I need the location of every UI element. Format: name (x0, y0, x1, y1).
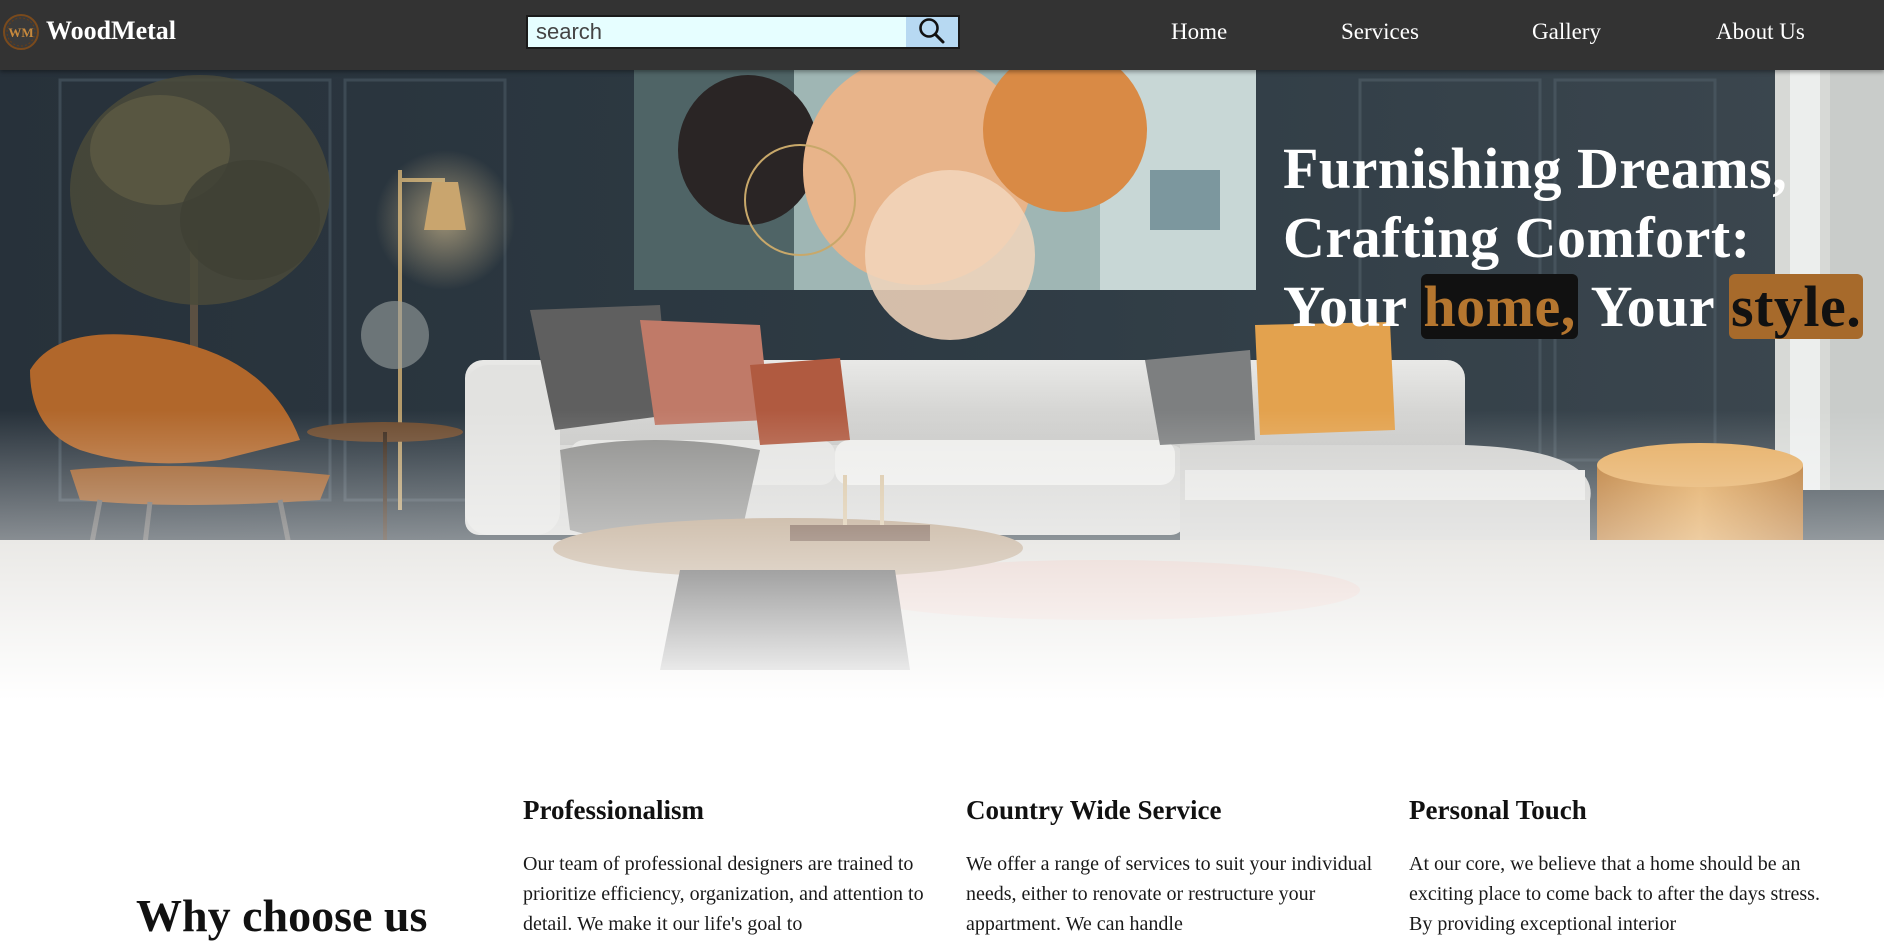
nav-home[interactable]: Home (1171, 17, 1227, 47)
main-nav: Home Services Gallery About Us (0, 17, 1884, 47)
feature-personal-touch: Personal Touch At our core, we believe t… (1409, 789, 1824, 939)
nav-gallery[interactable]: Gallery (1532, 17, 1601, 47)
top-navbar: WM WoodMetal Home Services Gallery About… (0, 0, 1884, 70)
feature-description: Our team of professional designers are t… (523, 853, 924, 935)
feature-country-wide-service: Country Wide Service We offer a range of… (966, 789, 1381, 939)
feature-title: Country Wide Service (966, 795, 1222, 825)
nav-services[interactable]: Services (1341, 17, 1419, 47)
headline-line-3: Your home, Your style. (1283, 272, 1864, 341)
headline-line-2: Crafting Comfort: (1283, 205, 1751, 270)
headline-line-1: Furnishing Dreams, (1283, 136, 1788, 201)
feature-title: Personal Touch (1409, 795, 1587, 825)
hero-headline: Furnishing Dreams, Crafting Comfort: You… (1283, 134, 1864, 341)
feature-description: At our core, we believe that a home shou… (1409, 853, 1820, 935)
headline-highlight-style: style. (1729, 274, 1864, 339)
feature-title: Professionalism (523, 795, 704, 825)
feature-description: We offer a range of services to suit you… (966, 853, 1373, 935)
headline-your-2: Your (1590, 274, 1715, 339)
headline-your-1: Your (1283, 274, 1407, 339)
headline-highlight-home: home, (1421, 274, 1578, 339)
nav-about-us[interactable]: About Us (1716, 17, 1805, 47)
why-choose-us-title: Why choose us (136, 890, 428, 941)
hero-section: Furnishing Dreams, Crafting Comfort: You… (0, 70, 1884, 700)
feature-professionalism: Professionalism Our team of professional… (523, 789, 938, 939)
